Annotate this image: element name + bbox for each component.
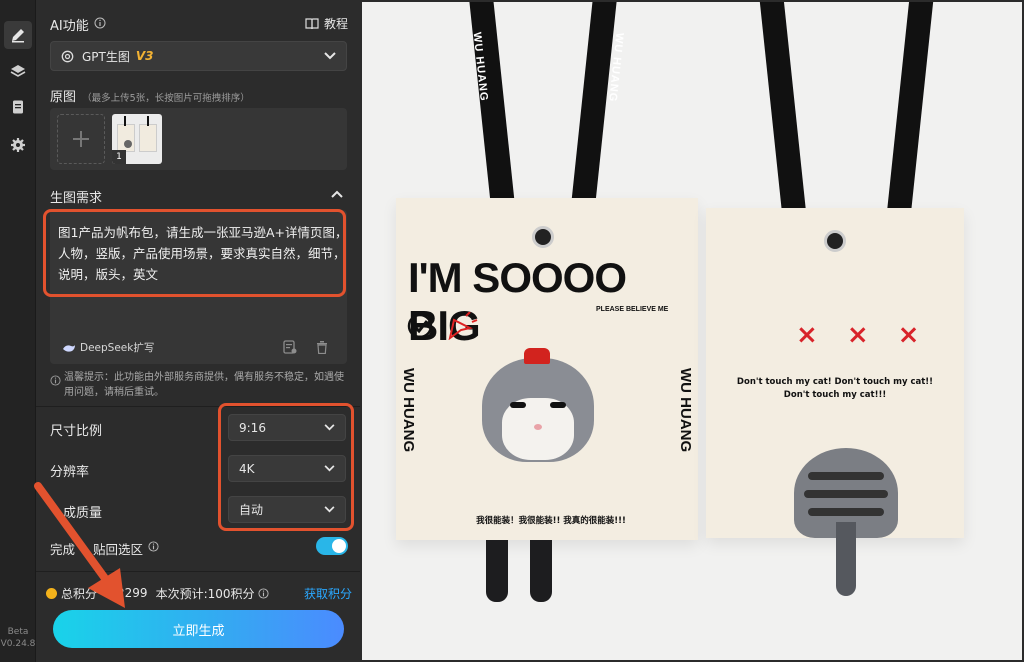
tutorial-label: 教程: [324, 17, 349, 31]
plush-cat: [482, 358, 594, 462]
front-subline: PLEASE BELIEVE ME: [596, 306, 669, 313]
product-image: WU HUANG WU HUANG I'M SOOOO BIG PLEASE B…: [362, 2, 1022, 660]
info-icon[interactable]: [94, 17, 106, 29]
check-cursor-icon: [407, 312, 478, 340]
prompt-library-icon[interactable]: [283, 340, 297, 355]
service-notice: 温馨提示：此功能由外部服务商提供，偶有服务不稳定，如遇使用问题，请稍后重试。: [64, 372, 344, 398]
model-name: GPT生图: [82, 49, 130, 64]
openai-icon: [61, 50, 74, 62]
back-x-marks: × × ×: [796, 320, 930, 350]
front-bag: I'M SOOOO BIG PLEASE BELIEVE ME WU HUANG…: [396, 198, 698, 540]
whale-icon: [63, 344, 75, 352]
edit-tool-button[interactable]: [4, 21, 32, 49]
deepseek-label: DeepSeek扩写: [80, 342, 155, 354]
back-bag: × × × Don't touch my cat! Don't touch my…: [706, 208, 964, 538]
original-hint: （最多上传5张，长按图片可拖拽排序）: [82, 93, 250, 104]
strap: [759, 2, 809, 238]
tutorial-link[interactable]: 教程: [305, 15, 348, 32]
pencil-icon: [12, 29, 24, 43]
app-version: Beta V0.24.8: [0, 626, 36, 650]
front-side-print-left: WU HUANG: [400, 368, 417, 453]
deepseek-expand-button[interactable]: DeepSeek扩写: [62, 340, 154, 355]
model-select[interactable]: GPT生图 V3: [50, 41, 347, 71]
plus-icon: [73, 131, 89, 147]
notice-info-icon: [50, 375, 61, 386]
front-bottom-text: 我很能装！我很能装!! 我真的很能装!!!: [476, 516, 626, 526]
gear-icon: [11, 138, 25, 152]
beta-label: Beta: [7, 627, 29, 637]
paste-back-toggle[interactable]: [316, 537, 348, 555]
book-icon: [305, 17, 319, 29]
plush-tail: [836, 522, 856, 596]
model-version: V3: [135, 49, 154, 63]
back-text-line-2: Don't touch my cat!!!: [783, 390, 887, 400]
ai-function-title: AI功能: [50, 19, 89, 34]
front-side-print-right: WU HUANG: [677, 368, 694, 453]
highlight-settings-box: [218, 403, 354, 531]
plush-leg: [530, 540, 552, 602]
annotation-arrow: [34, 482, 125, 608]
highlight-request-box: [43, 209, 346, 297]
strap: [884, 2, 934, 238]
layers-icon: [10, 65, 26, 77]
settings-button[interactable]: [4, 131, 32, 159]
uploaded-thumbnail[interactable]: 1: [112, 114, 162, 164]
points-estimate: 本次预计:100积分: [155, 586, 255, 601]
estimate-info-icon[interactable]: [257, 587, 269, 599]
document-icon: [13, 100, 23, 114]
chevron-down-icon: [324, 52, 336, 60]
thumbnail-index-badge: 1: [112, 150, 126, 164]
add-image-button[interactable]: [57, 114, 105, 164]
history-button[interactable]: [4, 93, 32, 121]
back-text: Don't touch my cat! Don't touch my cat!!…: [716, 376, 954, 402]
plush-leg: [486, 540, 508, 602]
ratio-label: 尺寸比例: [50, 424, 103, 439]
chevron-up-icon[interactable]: [331, 190, 343, 198]
back-text-line-1: Don't touch my cat! Don't touch my cat!!: [736, 377, 934, 387]
layers-button[interactable]: [4, 57, 32, 85]
snap-button: [532, 226, 554, 248]
original-title: 原图 （最多上传5张，长按图片可拖拽排序）: [50, 90, 250, 105]
paste-info-icon[interactable]: [148, 541, 159, 552]
snap-button: [824, 230, 846, 252]
version-label: V0.24.8: [0, 639, 36, 649]
request-title: 生图需求: [50, 191, 103, 206]
trash-icon[interactable]: [316, 341, 328, 354]
red-hat: [524, 348, 550, 364]
toggle-knob: [332, 539, 346, 553]
get-points-link[interactable]: 获取积分: [304, 585, 352, 602]
